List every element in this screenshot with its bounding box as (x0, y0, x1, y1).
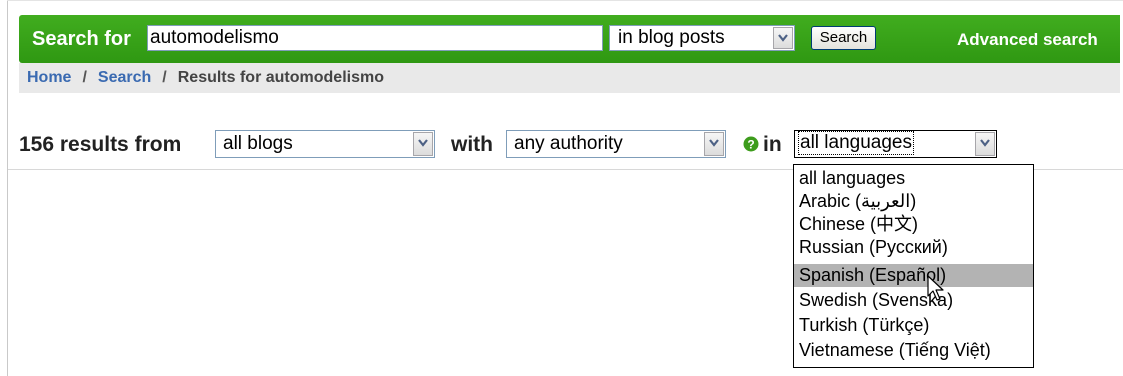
advanced-search-link[interactable]: Advanced search (957, 29, 1098, 51)
language-option[interactable]: Chinese (中文) (794, 213, 1033, 236)
language-option[interactable]: Arabic (العربية) (794, 190, 1033, 213)
breadcrumb-current: Results for automodelismo (177, 69, 384, 86)
dropdown-arrow-icon[interactable] (413, 132, 433, 156)
svg-text:?: ? (747, 138, 754, 152)
breadcrumb-home-link[interactable]: Home (27, 69, 71, 86)
language-option[interactable]: Vietnamese (Tiếng Việt) (794, 339, 1033, 362)
search-button[interactable]: Search (811, 26, 876, 50)
language-option[interactable]: Swedish (Svenska) (794, 289, 1033, 312)
search-input[interactable]: automodelismo (147, 25, 603, 51)
language-option[interactable]: all languages (794, 167, 1033, 190)
window-border-top (7, 0, 1123, 1)
blogs-filter-select[interactable]: all blogs (215, 130, 435, 158)
authority-filter-value: any authority (514, 133, 623, 154)
language-filter-value: all languages (798, 131, 914, 155)
search-for-label: Search for (32, 28, 131, 50)
language-option[interactable]: Turkish (Türkçe) (794, 314, 1033, 337)
language-dropdown-list[interactable]: all languages Arabic (العربية) Chinese (… (793, 164, 1034, 368)
language-filter-select[interactable]: all languages (794, 130, 997, 158)
dropdown-arrow-icon[interactable] (975, 132, 995, 156)
breadcrumb-search-link[interactable]: Search (98, 69, 151, 86)
results-filter-row: 156 results from all blogs with any auth… (19, 128, 1119, 160)
authority-filter-select[interactable]: any authority (506, 130, 726, 158)
in-label: in (763, 133, 782, 156)
blogs-filter-value: all blogs (223, 133, 293, 154)
search-scope-value: in blog posts (618, 27, 725, 48)
mouse-cursor-icon (927, 275, 944, 301)
search-bar: Search for automodelismo in blog posts S… (19, 15, 1120, 63)
dropdown-arrow-icon[interactable] (704, 132, 724, 156)
breadcrumb-separator: / (82, 69, 87, 86)
window-border-left (7, 0, 8, 376)
help-icon[interactable]: ? (743, 136, 759, 152)
breadcrumb: Home / Search / Results for automodelismo (19, 63, 1120, 93)
search-scope-select[interactable]: in blog posts (609, 25, 795, 51)
breadcrumb-separator: / (162, 69, 167, 86)
results-count-label: 156 results from (19, 133, 182, 156)
language-option[interactable]: Russian (Русский) (794, 236, 1033, 259)
dropdown-arrow-icon[interactable] (773, 27, 793, 49)
with-label: with (451, 133, 493, 156)
language-option-highlighted[interactable]: Spanish (Español) (794, 264, 1033, 287)
